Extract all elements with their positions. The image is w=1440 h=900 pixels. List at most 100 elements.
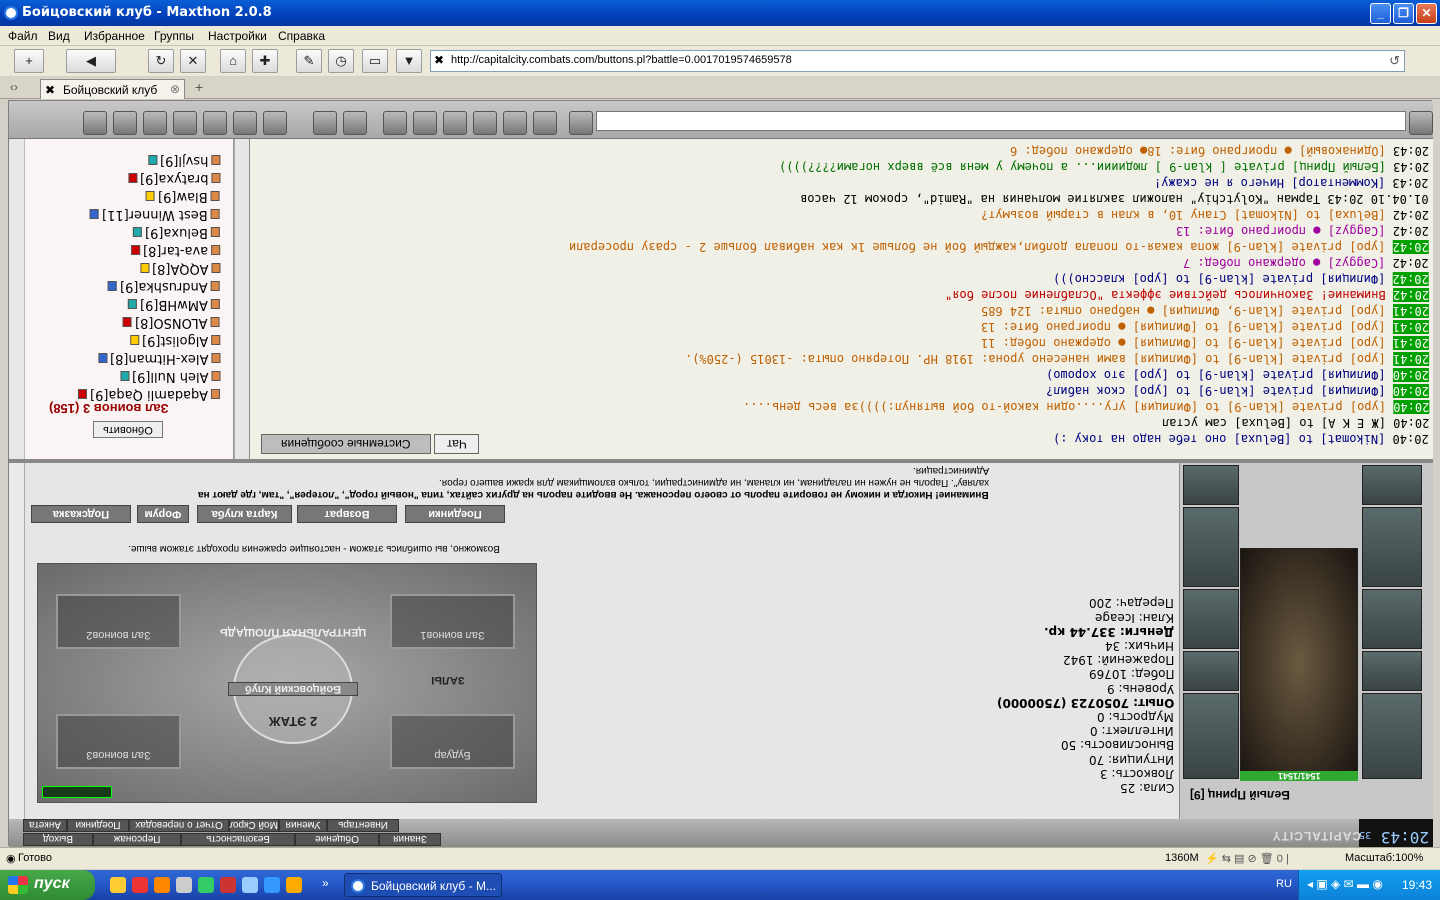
- user-name[interactable]: ALONSO: [154, 315, 208, 330]
- clan-badge-icon[interactable]: [130, 245, 140, 256]
- refresh-icon[interactable]: ↻: [148, 49, 174, 73]
- user-name[interactable]: AQQA: [170, 261, 208, 276]
- clan-badge-icon[interactable]: [139, 263, 149, 274]
- user-list-item[interactable]: Best Winner[11]: [87, 207, 223, 222]
- more-icon[interactable]: »: [322, 876, 329, 890]
- user-name[interactable]: hsvjl: [178, 153, 208, 168]
- tray-icons[interactable]: ◂ ▣ ◈ ✉ ▬ ◉: [1307, 877, 1383, 891]
- add-favorite-icon[interactable]: ✚: [252, 49, 278, 73]
- tool-icon[interactable]: [233, 111, 257, 135]
- history-icon[interactable]: ◷: [328, 49, 354, 73]
- tool-icon[interactable]: [313, 111, 337, 135]
- firefox-icon[interactable]: [154, 877, 170, 893]
- user-list-item[interactable]: Aqadamli Qaqa[9]: [75, 387, 223, 402]
- chat-input[interactable]: [596, 111, 1406, 131]
- send-icon[interactable]: [569, 111, 593, 135]
- hint-button[interactable]: Подсказка: [31, 505, 131, 523]
- tool-icon[interactable]: [113, 111, 137, 135]
- room-boudoir[interactable]: Будуар: [390, 714, 515, 769]
- footer-tab[interactable]: Анкета: [23, 819, 67, 832]
- footer-tab[interactable]: Безопасность: [181, 833, 295, 846]
- tool-icon[interactable]: [143, 111, 167, 135]
- chat-time[interactable]: 20:41: [1392, 352, 1429, 366]
- chat-time[interactable]: 20:43: [1393, 176, 1429, 190]
- tool-icon[interactable]: [173, 111, 197, 135]
- private-message-icon[interactable]: [211, 281, 220, 292]
- new-tab-icon[interactable]: +: [195, 79, 203, 95]
- zoom-level[interactable]: Масштаб:100%: [1345, 852, 1423, 864]
- private-message-icon[interactable]: [211, 263, 220, 274]
- game-clock[interactable]: 20:43 35: [1359, 819, 1433, 847]
- clan-badge-icon[interactable]: [128, 299, 138, 310]
- tool-icon[interactable]: [1409, 111, 1433, 135]
- dropdown-icon[interactable]: ▼: [396, 49, 422, 73]
- private-message-icon[interactable]: [211, 155, 220, 166]
- clan-badge-icon[interactable]: [133, 227, 143, 238]
- gloves-slot[interactable]: [1362, 589, 1422, 649]
- tool-icon[interactable]: [383, 111, 407, 135]
- alert-icon[interactable]: [263, 111, 287, 135]
- user-name[interactable]: Blaw: [177, 189, 208, 204]
- ie-icon[interactable]: [264, 877, 280, 893]
- clan-badge-icon[interactable]: [119, 371, 129, 382]
- bracers-slot[interactable]: [1362, 651, 1422, 691]
- tab-combats[interactable]: ✖ Бойцовский клуб ⊗: [40, 79, 185, 99]
- user-name[interactable]: Andrushka: [139, 279, 208, 294]
- taskbar-item-maxthon[interactable]: Бойцовский клуб - М...: [344, 873, 502, 897]
- chat-time[interactable]: 20:41: [1392, 304, 1429, 318]
- user-list-item[interactable]: Aleh Null[9]: [117, 369, 223, 384]
- helm-slot[interactable]: [1362, 465, 1422, 505]
- user-name[interactable]: Alex-Hitman: [128, 351, 208, 366]
- user-name[interactable]: Aqadamli Qaqa: [108, 387, 208, 402]
- return-button[interactable]: Возврат: [297, 505, 397, 523]
- halls-label[interactable]: ЗАЛЫ: [418, 674, 478, 686]
- quicklaunch-icon[interactable]: [242, 877, 258, 893]
- tab-close-icon[interactable]: ⊗: [170, 82, 180, 96]
- chat-time[interactable]: 20:40: [1392, 384, 1429, 398]
- new-tab-plus-icon[interactable]: +: [14, 49, 44, 73]
- user-name[interactable]: Best Winner: [129, 207, 208, 222]
- private-message-icon[interactable]: [211, 209, 220, 220]
- duels-button[interactable]: Поединки: [405, 505, 505, 523]
- back-icon[interactable]: ◀: [66, 49, 116, 73]
- clan-badge-icon[interactable]: [123, 317, 133, 328]
- forum-button[interactable]: Форум: [137, 505, 189, 523]
- tab-chat[interactable]: Чат: [434, 434, 479, 454]
- user-list-item[interactable]: AQQA[8]: [137, 261, 223, 276]
- user-list-item[interactable]: Blaw[9]: [143, 189, 223, 204]
- user-name[interactable]: ava-tar: [161, 243, 208, 258]
- earrings-slot[interactable]: [1362, 693, 1422, 779]
- footer-tab[interactable]: Выход: [23, 833, 93, 846]
- user-list-item[interactable]: Alex-Hitman[8]: [95, 351, 223, 366]
- chat-time[interactable]: 20:40: [1393, 416, 1429, 430]
- user-name[interactable]: bratyxa: [158, 171, 208, 186]
- menu-view[interactable]: Вид: [48, 29, 70, 43]
- chat-time[interactable]: 01.04.10 20:43: [1328, 192, 1429, 206]
- address-bar[interactable]: ✖ http://capitalcity.combats.com/buttons…: [430, 50, 1405, 72]
- minimize-button[interactable]: _: [1370, 3, 1391, 24]
- club-map-button[interactable]: Карта клуба: [197, 505, 292, 523]
- user-name[interactable]: Algolist: [160, 333, 208, 348]
- smile-icon[interactable]: [343, 111, 367, 135]
- clan-badge-icon[interactable]: [146, 191, 156, 202]
- room-warriors-1[interactable]: Зал воинов1: [390, 594, 515, 649]
- edit-icon[interactable]: ✎: [296, 49, 322, 73]
- tool-icon[interactable]: [533, 111, 557, 135]
- chat-scrollbar[interactable]: [234, 139, 249, 459]
- tool-icon[interactable]: [203, 111, 227, 135]
- user-list-item[interactable]: ALONSO[8]: [120, 315, 223, 330]
- club-label[interactable]: Бойцовский Клуб: [228, 682, 358, 696]
- private-message-icon[interactable]: [211, 245, 220, 256]
- armor-slot[interactable]: [1183, 507, 1239, 587]
- exit-icon[interactable]: [83, 111, 107, 135]
- chat-time[interactable]: 20:40: [1393, 432, 1429, 446]
- character-name[interactable]: Белый Принц [9]: [1190, 788, 1350, 802]
- language-indicator[interactable]: RU: [1276, 878, 1292, 890]
- private-message-icon[interactable]: [211, 371, 220, 382]
- chat-time[interactable]: 20:41: [1392, 336, 1429, 350]
- go-icon[interactable]: ↺: [1389, 53, 1400, 69]
- footer-tab[interactable]: Персонаж: [93, 833, 181, 846]
- user-name[interactable]: Aleh Null: [150, 369, 208, 384]
- quicklaunch-icon[interactable]: [220, 877, 236, 893]
- shield-slot[interactable]: [1362, 507, 1422, 587]
